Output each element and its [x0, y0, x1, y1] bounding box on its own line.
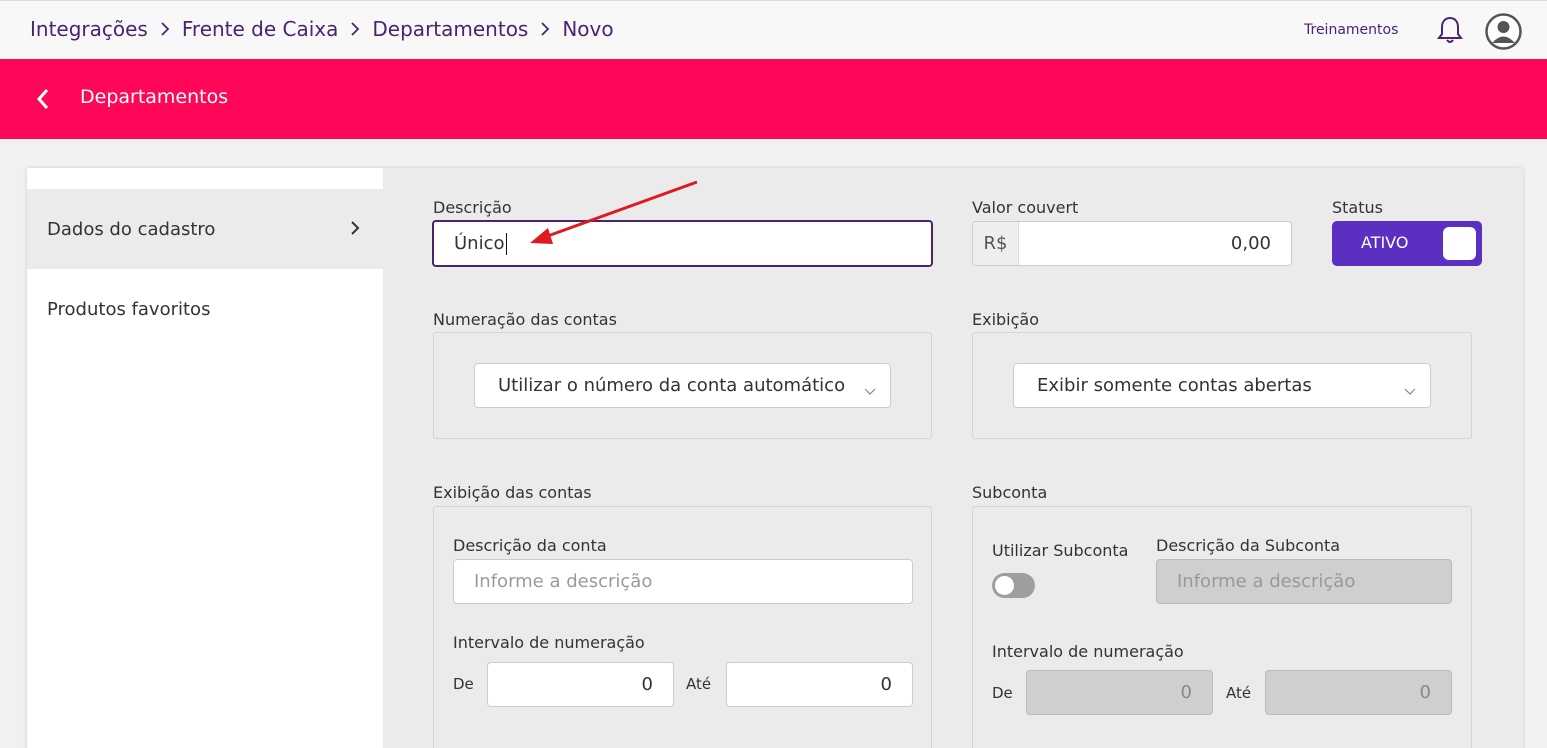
- subconta-intervalo-label: Intervalo de numeração: [992, 642, 1184, 661]
- descricao-conta-placeholder: Informe a descrição: [474, 571, 653, 592]
- breadcrumb-item-novo: Novo: [562, 17, 614, 41]
- descricao-subconta-label: Descrição da Subconta: [1156, 536, 1341, 555]
- sidebar-item-label: Dados do cadastro: [47, 218, 216, 240]
- de-value: 0: [641, 674, 653, 695]
- descricao-input[interactable]: Único: [432, 220, 933, 267]
- exibicao-select[interactable]: Exibir somente contas abertas: [1013, 363, 1431, 408]
- page-title: Departamentos: [80, 86, 229, 108]
- status-value: ATIVO: [1361, 233, 1409, 252]
- toggle-knob: [1443, 227, 1476, 260]
- bell-icon[interactable]: [1436, 15, 1464, 45]
- numeracao-select[interactable]: Utilizar o número da conta automático: [474, 363, 891, 408]
- intervalo-numeracao-label: Intervalo de numeração: [453, 633, 645, 652]
- toggle-knob: [995, 576, 1014, 595]
- ate-value: 0: [880, 674, 892, 695]
- sidebar-item-label: Produtos favoritos: [47, 298, 211, 320]
- breadcrumb-item-integracoes[interactable]: Integrações: [30, 17, 148, 41]
- status-label: Status: [1332, 198, 1383, 217]
- de-label: De: [453, 675, 474, 693]
- descricao-label: Descrição: [433, 198, 512, 217]
- subconta-de-value: 0: [1180, 682, 1192, 703]
- descricao-conta-input[interactable]: Informe a descrição: [453, 559, 913, 604]
- de-input[interactable]: 0: [487, 662, 674, 707]
- subconta-ate-value: 0: [1419, 682, 1431, 703]
- sidebar-item-dados-do-cadastro[interactable]: Dados do cadastro: [27, 189, 383, 269]
- top-bar: Integrações Frente de Caixa Departamento…: [0, 0, 1547, 59]
- sidebar-item-produtos-favoritos[interactable]: Produtos favoritos: [27, 269, 383, 349]
- chevron-right-icon: [540, 21, 550, 37]
- chevron-right-icon: [350, 21, 360, 37]
- subconta-label: Subconta: [972, 483, 1048, 502]
- valor-couvert-label: Valor couvert: [972, 198, 1079, 217]
- descricao-value: Único: [454, 232, 505, 254]
- subconta-ate-label: Até: [1226, 684, 1252, 702]
- breadcrumb: Integrações Frente de Caixa Departamento…: [30, 17, 614, 41]
- subconta-de-label: De: [992, 684, 1013, 702]
- sidebar: Dados do cadastro Produtos favoritos: [27, 168, 383, 748]
- utilizar-subconta-toggle[interactable]: [992, 573, 1035, 598]
- page-header: Departamentos: [0, 59, 1547, 139]
- numeracao-label: Numeração das contas: [433, 310, 617, 329]
- subconta-ate-input[interactable]: 0: [1265, 670, 1452, 715]
- chevron-down-icon: [1404, 381, 1416, 395]
- descricao-subconta-input[interactable]: Informe a descrição: [1156, 559, 1452, 604]
- subconta-de-input[interactable]: 0: [1026, 670, 1213, 715]
- utilizar-subconta-label: Utilizar Subconta: [992, 541, 1129, 560]
- ate-input[interactable]: 0: [726, 662, 913, 707]
- ate-label: Até: [686, 675, 712, 693]
- exibicao-selected: Exibir somente contas abertas: [1037, 375, 1312, 396]
- valor-couvert-input[interactable]: R$ 0,00: [972, 221, 1292, 266]
- exibicao-contas-label: Exibição das contas: [433, 483, 592, 502]
- numeracao-selected: Utilizar o número da conta automático: [498, 375, 846, 396]
- chevron-down-icon: [864, 381, 876, 395]
- chevron-right-icon: [160, 21, 170, 37]
- training-link[interactable]: Treinamentos: [1304, 22, 1398, 38]
- valor-couvert-value: 0,00: [1230, 233, 1271, 254]
- chevron-right-icon: [349, 219, 361, 237]
- status-toggle[interactable]: ATIVO: [1332, 221, 1482, 266]
- breadcrumb-item-frente-de-caixa[interactable]: Frente de Caixa: [182, 17, 339, 41]
- breadcrumb-item-departamentos[interactable]: Departamentos: [372, 17, 528, 41]
- text-caret: [505, 232, 507, 255]
- user-avatar-icon[interactable]: [1485, 13, 1522, 50]
- currency-prefix: R$: [973, 222, 1019, 265]
- descricao-subconta-placeholder: Informe a descrição: [1177, 571, 1356, 592]
- descricao-conta-label: Descrição da conta: [453, 536, 607, 555]
- exibicao-label: Exibição: [972, 310, 1040, 329]
- chevron-left-icon[interactable]: [34, 87, 52, 111]
